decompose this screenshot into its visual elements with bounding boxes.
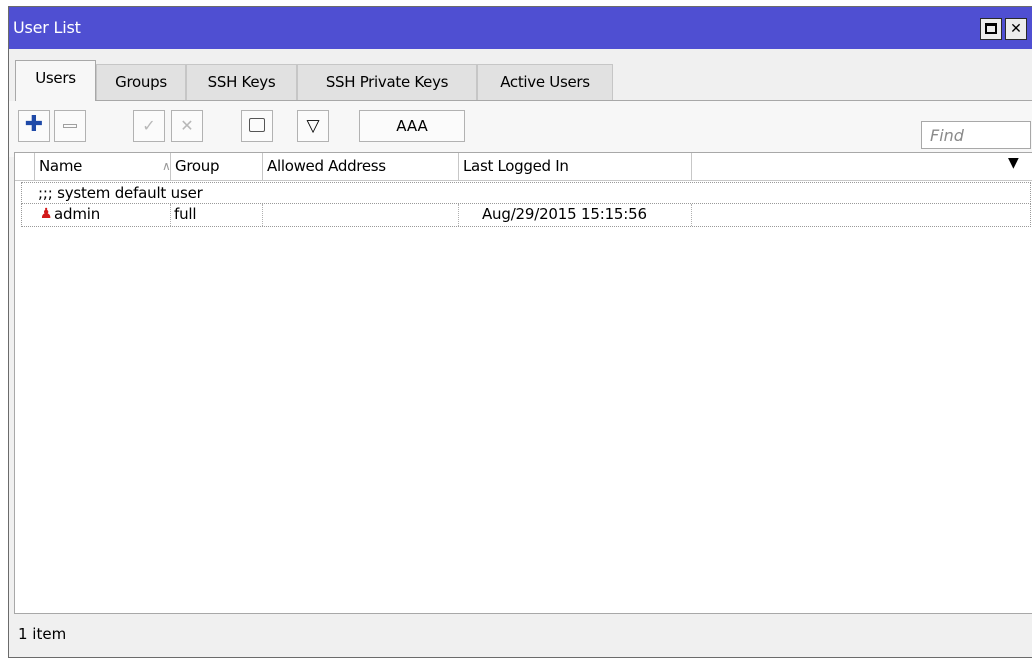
x-icon: ✕: [180, 116, 194, 135]
column-header-name[interactable]: Name ∧: [35, 153, 171, 181]
column-menu-icon[interactable]: ▼: [1008, 155, 1019, 171]
maximize-icon: [985, 23, 997, 34]
sort-ascending-icon: ∧: [162, 159, 171, 173]
cell-name-text: admin: [54, 205, 100, 223]
column-header-group[interactable]: Group: [171, 153, 263, 181]
plus-icon: ✚: [24, 112, 44, 137]
toolbar: ✚ ✓ ✕ ▽ AAA: [9, 101, 1032, 157]
tab-users[interactable]: Users: [15, 60, 96, 101]
window-title: User List: [13, 18, 81, 37]
add-button[interactable]: ✚: [18, 110, 50, 142]
remove-button[interactable]: [54, 110, 86, 142]
tab-active-users[interactable]: Active Users: [477, 64, 613, 100]
cell-divider: [691, 204, 692, 226]
close-icon: ✕: [1010, 21, 1022, 37]
tab-groups[interactable]: Groups: [96, 64, 186, 100]
comment-icon: [249, 118, 265, 132]
item-count: 1 item: [18, 625, 67, 643]
filter-button[interactable]: ▽: [297, 110, 329, 142]
enable-button[interactable]: ✓: [133, 110, 165, 142]
comment-button[interactable]: [241, 110, 273, 142]
check-icon: ✓: [142, 116, 156, 135]
table-header: Name ∧ Group Allowed Address Last Logged…: [15, 153, 1032, 181]
maximize-button[interactable]: [980, 18, 1002, 40]
user-list-window: User List ✕ Users Groups SSH Keys SSH Pr…: [8, 6, 1032, 658]
status-bar: 1 item: [14, 613, 1032, 653]
cell-group: full: [174, 205, 197, 223]
tab-ssh-keys[interactable]: SSH Keys: [186, 64, 297, 100]
column-header-allowed-address[interactable]: Allowed Address: [263, 153, 459, 181]
disable-button[interactable]: ✕: [171, 110, 203, 142]
cell-allowed-address: [266, 204, 456, 225]
cell-name: ♟ admin: [38, 204, 166, 225]
title-bar[interactable]: User List ✕: [9, 7, 1032, 49]
column-header-name-label: Name: [39, 157, 83, 175]
cell-divider: [262, 204, 263, 226]
row-comment: ;;; system default user: [21, 182, 1031, 204]
find-input[interactable]: [930, 122, 1030, 148]
cell-divider: [458, 204, 459, 226]
header-spacer: [15, 153, 35, 181]
column-header-last-logged-in[interactable]: Last Logged In: [459, 153, 692, 181]
cell-divider: [170, 204, 171, 226]
table-row[interactable]: ♟ admin full Aug/29/2015 15:15:56: [21, 204, 1031, 227]
minus-icon: [63, 124, 77, 128]
find-field[interactable]: [921, 121, 1031, 149]
cell-last-logged-in: Aug/29/2015 15:15:56: [482, 205, 647, 223]
close-button[interactable]: ✕: [1005, 18, 1027, 40]
filter-icon: ▽: [306, 116, 320, 136]
user-table: Name ∧ Group Allowed Address Last Logged…: [14, 152, 1032, 615]
aaa-button[interactable]: AAA: [359, 110, 465, 142]
tab-ssh-private-keys[interactable]: SSH Private Keys: [297, 64, 477, 100]
user-icon: ♟: [39, 206, 53, 222]
